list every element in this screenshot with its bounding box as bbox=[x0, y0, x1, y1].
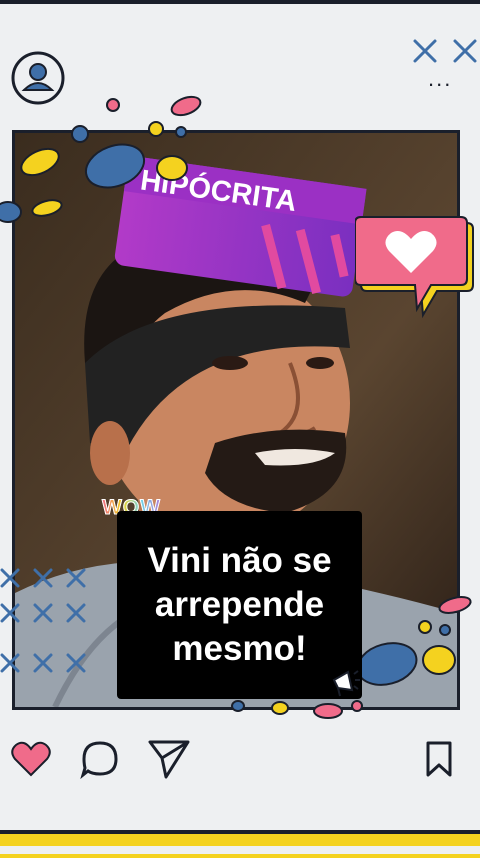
send-icon[interactable] bbox=[147, 737, 191, 781]
bottom-strip bbox=[0, 846, 480, 854]
heart-icon[interactable] bbox=[10, 739, 52, 779]
social-post-frame: ... HIPÓCRITA WOW Vini não se arrepende … bbox=[0, 0, 480, 858]
megaphone-icon bbox=[332, 670, 360, 697]
bookmark-icon[interactable] bbox=[424, 739, 454, 779]
post-actions bbox=[0, 735, 480, 785]
heart-bubble-sticker bbox=[355, 216, 474, 319]
more-dots-icon[interactable]: ... bbox=[428, 66, 452, 92]
x-icons bbox=[413, 39, 477, 63]
comment-icon[interactable] bbox=[80, 739, 120, 779]
caption-box: Vini não se arrepende mesmo! bbox=[117, 511, 362, 699]
caption-text: Vini não se arrepende mesmo! bbox=[147, 541, 332, 668]
user-circle-icon[interactable] bbox=[10, 50, 66, 106]
top-border bbox=[0, 0, 480, 4]
